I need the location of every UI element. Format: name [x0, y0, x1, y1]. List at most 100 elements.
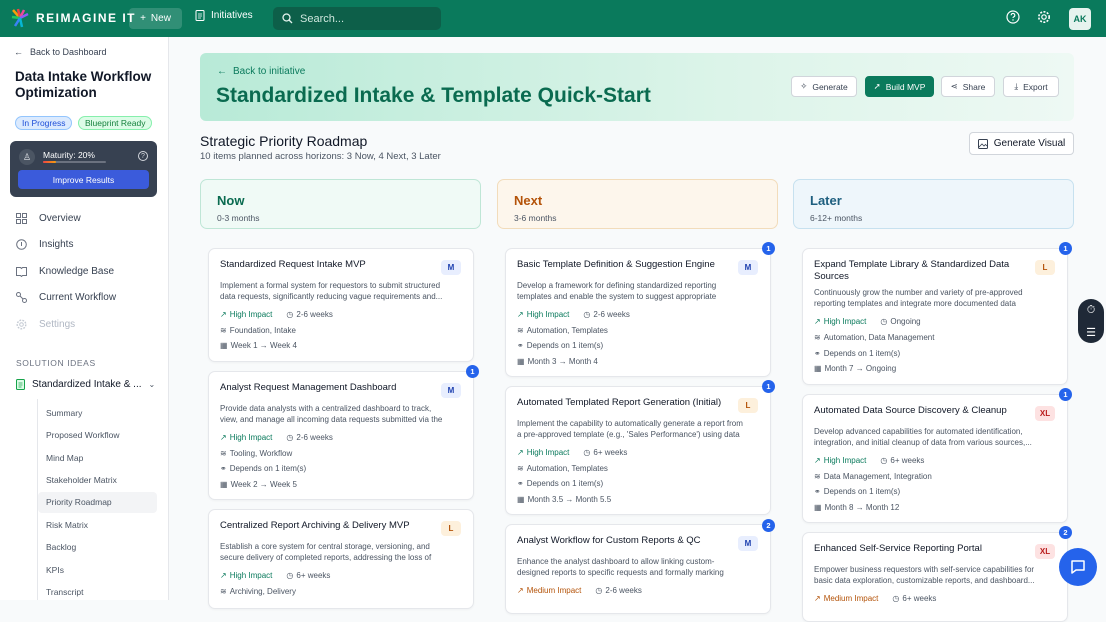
document-icon	[16, 379, 25, 390]
size-badge: M	[441, 260, 461, 275]
impact-label: High Impact	[229, 433, 273, 442]
tags-row: ≋ Data Management, Integration	[814, 472, 932, 481]
export-button[interactable]: ⤓ Export	[1003, 76, 1059, 97]
roadmap-card[interactable]: Enhanced Self-Service Reporting Portal X…	[802, 532, 1068, 622]
roadmap-card[interactable]: Centralized Report Archiving & Delivery …	[208, 509, 474, 609]
improve-results-button[interactable]: Improve Results	[18, 170, 149, 189]
sidebar-item-settings[interactable]: Settings	[16, 319, 75, 330]
image-icon	[977, 138, 988, 149]
impact-row: ↗ High Impact ◷ 6+ weeks	[814, 456, 924, 465]
maturity-icon: ♙	[19, 149, 35, 165]
gear-icon[interactable]	[1037, 10, 1051, 24]
chat-button[interactable]	[1059, 548, 1097, 586]
timeline-label: Month 8 → Month 12	[824, 503, 900, 512]
subnav-priority-roadmap[interactable]: Priority Roadmap	[46, 497, 112, 507]
help-icon[interactable]: ?	[138, 151, 148, 161]
impact-row: ↗ High Impact ◷ 2-6 weeks	[220, 433, 333, 442]
card-title: Automated Data Source Discovery & Cleanu…	[814, 405, 1007, 416]
build-mvp-label: Build MVP	[885, 81, 926, 92]
generate-visual-button[interactable]: Generate Visual	[969, 132, 1074, 155]
search-icon	[282, 13, 293, 24]
subnav-backlog[interactable]: Backlog	[46, 542, 76, 552]
new-button[interactable]: + New	[129, 8, 182, 29]
roadmap-card[interactable]: Analyst Request Management Dashboard M P…	[208, 371, 474, 500]
sidebar-item-knowledge-base[interactable]: Knowledge Base	[16, 266, 114, 277]
timeline-row: ▦ Month 7 → Ongoing	[814, 364, 896, 373]
share-label: Share	[962, 81, 986, 92]
back-to-dashboard-link[interactable]: ← Back to Dashboard	[14, 47, 107, 57]
timer-icon[interactable]: ⏱	[1087, 304, 1096, 317]
card-description: Continuously grow the number and variety…	[814, 288, 1023, 308]
timeline-label: Week 1 → Week 4	[230, 341, 297, 350]
size-badge: M	[738, 260, 758, 275]
brand-name: REIMAGINE IT	[36, 11, 137, 25]
trend-icon: ↗	[814, 317, 821, 326]
roadmap-card[interactable]: Automated Data Source Discovery & Cleanu…	[802, 394, 1068, 523]
impact-row: ↗ High Impact ◷ 6+ weeks	[220, 571, 330, 580]
subnav-kpis[interactable]: KPIs	[46, 565, 64, 575]
roadmap-card[interactable]: Basic Template Definition & Suggestion E…	[505, 248, 771, 377]
subnav-summary[interactable]: Summary	[46, 408, 82, 418]
arrow-left-icon: ←	[14, 47, 23, 57]
subnav-stakeholder-matrix[interactable]: Stakeholder Matrix	[46, 475, 117, 485]
search-placeholder: Search...	[300, 12, 345, 25]
build-mvp-button[interactable]: ➚ Build MVP	[865, 76, 934, 97]
timeline-label: Month 3 → Month 4	[527, 357, 598, 366]
maturity-progress-fill	[43, 161, 56, 163]
subnav-mind-map[interactable]: Mind Map	[46, 453, 83, 463]
sidebar-item-label: Current Workflow	[39, 292, 117, 303]
maturity-panel: ♙ Maturity: 20% ? Improve Results	[10, 141, 157, 197]
roadmap-card[interactable]: Analyst Workflow for Custom Reports & QC…	[505, 524, 771, 614]
brand-logo[interactable]: REIMAGINE IT	[10, 8, 136, 28]
layers-icon: ≋	[814, 472, 821, 481]
back-to-initiative-link[interactable]: ← Back to initiative	[217, 66, 305, 77]
book-icon	[16, 267, 27, 277]
gear-icon	[16, 319, 27, 330]
list-icon[interactable]: ☰	[1086, 326, 1096, 339]
dependency-count-badge: 1	[466, 365, 479, 378]
depends-label: Depends on 1 item(s)	[823, 349, 901, 358]
impact-label: High Impact	[526, 448, 570, 457]
column-header-now: Now 0-3 months	[200, 179, 481, 229]
sidebar-item-overview[interactable]: Overview	[16, 213, 81, 224]
initiatives-link[interactable]: Initiatives	[195, 10, 253, 21]
roadmap-subtitle: 10 items planned across horizons: 3 Now,…	[200, 151, 441, 162]
subnav-proposed-workflow[interactable]: Proposed Workflow	[46, 430, 120, 440]
download-icon: ⤓	[1014, 81, 1019, 91]
clock-icon: ◷	[286, 433, 294, 442]
link-icon: ⚭	[814, 487, 821, 496]
sidebar: ← Back to Dashboard Data Intake Workflow…	[0, 37, 169, 600]
link-icon: ⚭	[220, 464, 227, 473]
roadmap-card[interactable]: Expand Template Library & Standardized D…	[802, 248, 1068, 385]
tags-label: Automation, Data Management	[823, 333, 935, 342]
calendar-icon: ▦	[814, 503, 822, 512]
chevron-down-icon[interactable]: ⌄	[149, 380, 156, 389]
subnav-risk-matrix[interactable]: Risk Matrix	[46, 520, 88, 530]
trend-icon: ↗	[517, 586, 524, 595]
card-description: Empower business requestors with self-se…	[814, 565, 1035, 585]
timeline-row: ▦ Week 1 → Week 4	[220, 341, 297, 350]
impact-label: High Impact	[229, 310, 273, 319]
duration-label: 2-6 weeks	[593, 310, 630, 319]
solution-idea-item[interactable]: Standardized Intake & ... ⌄	[16, 379, 155, 390]
dependency-count-badge: 1	[1059, 388, 1072, 401]
sidebar-item-label: Insights	[39, 239, 74, 250]
roadmap-card[interactable]: Automated Templated Report Generation (I…	[505, 386, 771, 515]
dependency-count-badge: 2	[762, 519, 775, 532]
card-description: Develop a framework for defining standar…	[517, 281, 717, 301]
subnav-transcript[interactable]: Transcript	[46, 587, 83, 597]
share-button[interactable]: ⋖ Share	[941, 76, 995, 97]
layers-icon: ≋	[220, 587, 227, 596]
sidebar-item-label: Settings	[39, 319, 76, 330]
generate-label: Generate	[812, 81, 848, 92]
avatar[interactable]: AK	[1069, 8, 1091, 30]
plus-icon: +	[140, 13, 146, 24]
timeline-row: ▦ Month 3.5 → Month 5.5	[517, 495, 611, 504]
trend-icon: ↗	[814, 456, 821, 465]
help-icon[interactable]	[1006, 10, 1020, 24]
sidebar-item-insights[interactable]: Insights	[16, 239, 73, 250]
sidebar-item-current-workflow[interactable]: Current Workflow	[16, 292, 116, 303]
search-input[interactable]: Search...	[273, 7, 441, 30]
roadmap-card[interactable]: Standardized Request Intake MVP M Implem…	[208, 248, 474, 362]
generate-button[interactable]: ✧ Generate	[791, 76, 857, 97]
